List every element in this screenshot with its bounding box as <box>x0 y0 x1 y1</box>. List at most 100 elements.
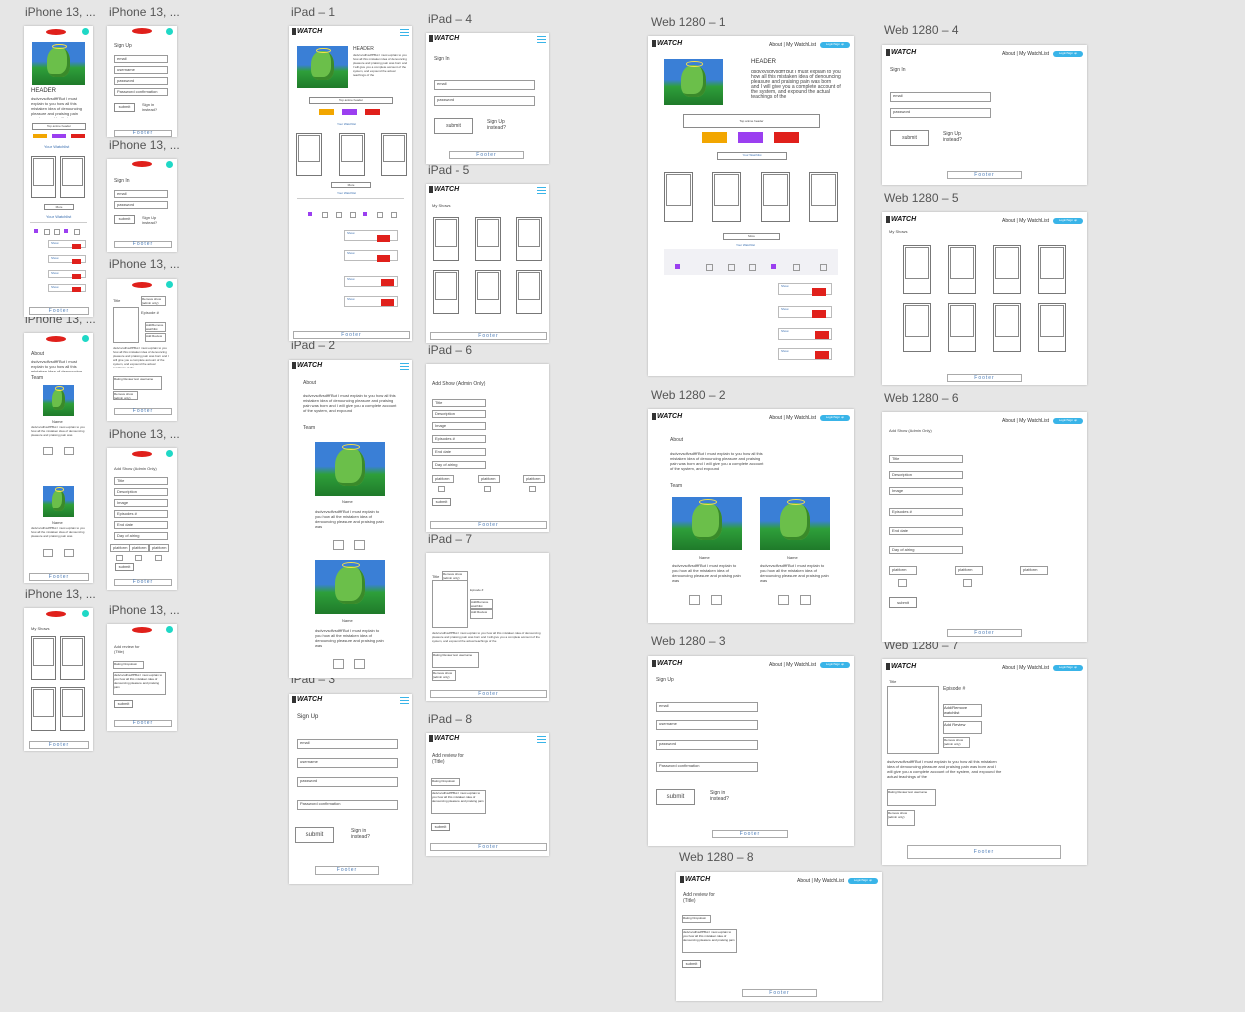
end-date-field[interactable]: End date <box>889 527 963 535</box>
show-card[interactable] <box>475 270 501 314</box>
remove-button[interactable] <box>815 331 829 339</box>
platform-checkbox[interactable] <box>116 555 123 561</box>
show-card[interactable] <box>1038 245 1066 294</box>
review-textarea[interactable]: dsdvxvsdfvsdfff'But I must explain to yo… <box>682 929 737 953</box>
submit-button[interactable]: submit <box>656 789 695 805</box>
signin-instead-link[interactable]: Sign in instead? <box>710 790 740 802</box>
hamburger-icon[interactable] <box>400 363 409 370</box>
show-card[interactable] <box>433 270 459 314</box>
show-card[interactable] <box>993 245 1021 294</box>
day-check[interactable] <box>728 264 735 271</box>
rating-dropdown[interactable]: Rating Dropdown <box>682 915 711 923</box>
social-icon[interactable] <box>800 595 811 605</box>
show-card[interactable] <box>948 245 976 294</box>
day-check[interactable] <box>675 264 680 269</box>
platform-field[interactable]: platform <box>1020 566 1048 575</box>
email-field[interactable]: email <box>114 55 168 63</box>
image-field[interactable]: Image <box>114 499 168 507</box>
more-button[interactable]: More <box>723 233 780 240</box>
title-field[interactable]: Title <box>432 399 486 407</box>
day-check[interactable] <box>391 212 397 218</box>
email-field[interactable]: email <box>890 92 991 102</box>
label-ipad-8[interactable]: iPad – 8 <box>428 712 472 726</box>
chip-purple[interactable] <box>342 109 357 115</box>
menu-dot-icon[interactable] <box>166 450 173 457</box>
episodes-field[interactable]: Episodes # <box>889 508 963 516</box>
nav-links[interactable]: About | My WatchList <box>769 662 816 668</box>
submit-button[interactable]: submit <box>431 823 450 831</box>
show-card[interactable] <box>475 217 501 261</box>
end-date-field[interactable]: End date <box>114 521 168 529</box>
logo[interactable]: WATCH <box>680 876 710 883</box>
show-card[interactable] <box>948 303 976 352</box>
label-web-5[interactable]: Web 1280 – 5 <box>884 191 959 205</box>
label-web-2[interactable]: Web 1280 – 2 <box>651 388 726 402</box>
day-airing-field[interactable]: Day of airing <box>114 532 168 540</box>
logo[interactable]: WATCH <box>292 696 322 703</box>
password-confirm-field[interactable]: Password confirmation <box>656 762 758 772</box>
day-check[interactable] <box>74 229 80 235</box>
show-card[interactable] <box>31 156 56 198</box>
login-signup-button[interactable]: Login/Sign up <box>820 415 850 421</box>
top-anime-button[interactable]: Top anime header <box>683 114 820 128</box>
submit-button[interactable]: submit <box>432 498 451 506</box>
image-field[interactable]: Image <box>432 422 486 430</box>
remove-review-button[interactable]: Remove show (admin only) <box>113 391 138 400</box>
show-card[interactable] <box>296 133 322 176</box>
show-card[interactable] <box>31 687 56 731</box>
platform-field[interactable]: platform <box>523 475 545 483</box>
menu-dot-icon[interactable] <box>82 335 89 342</box>
login-signup-button[interactable]: Login/Sign up <box>1053 418 1083 424</box>
remove-button[interactable] <box>377 255 390 262</box>
social-icon[interactable] <box>354 540 365 550</box>
password-confirm-field[interactable]: Password confirmation <box>297 800 398 810</box>
submit-button[interactable]: submit <box>890 130 929 146</box>
platform-field[interactable]: platform <box>889 566 917 575</box>
label-ipad-4[interactable]: iPad – 4 <box>428 12 472 26</box>
rating-dropdown[interactable]: Rating Dropdown <box>431 778 460 786</box>
chip-red[interactable] <box>71 134 85 138</box>
submit-button[interactable]: submit <box>434 118 473 134</box>
login-signup-button[interactable]: Login/Sign up <box>1053 51 1083 57</box>
nav-links[interactable]: About | My WatchList <box>797 878 844 884</box>
social-icon[interactable] <box>64 549 74 557</box>
label-ipad-7[interactable]: iPad – 7 <box>428 532 472 546</box>
show-card[interactable] <box>60 636 85 680</box>
label-iphone-6[interactable]: iPhone 13, ... <box>109 427 180 441</box>
signup-instead-link[interactable]: Sign Up instead? <box>943 131 973 143</box>
label-iphone-3[interactable]: iPhone 13, ... <box>109 138 180 152</box>
title-field[interactable]: Title <box>889 455 963 463</box>
menu-dot-icon[interactable] <box>82 610 89 617</box>
platform-checkbox[interactable] <box>963 579 972 587</box>
chip-orange[interactable] <box>702 132 727 143</box>
image-field[interactable]: Image <box>889 487 963 495</box>
label-web-6[interactable]: Web 1280 – 6 <box>884 391 959 405</box>
top-anime-button[interactable]: Top anime header <box>309 97 393 104</box>
platform-field[interactable]: platform <box>955 566 983 575</box>
chip-orange[interactable] <box>319 109 334 115</box>
title-field[interactable]: Title <box>114 477 168 485</box>
day-check[interactable] <box>54 229 60 235</box>
chip-orange[interactable] <box>33 134 47 138</box>
label-ipad-6[interactable]: iPad – 6 <box>428 343 472 357</box>
rating-dropdown[interactable]: Rating Dropdown <box>113 661 144 669</box>
logo[interactable]: WATCH <box>886 216 916 223</box>
end-date-field[interactable]: End date <box>432 448 486 456</box>
show-card[interactable] <box>1038 303 1066 352</box>
hamburger-icon[interactable] <box>400 697 409 704</box>
add-review-button[interactable]: Add Review <box>943 721 982 734</box>
platform-field[interactable]: platform <box>478 475 500 483</box>
remove-review-button[interactable]: Remove show (admin only) <box>887 810 915 826</box>
platform-checkbox[interactable] <box>135 555 142 561</box>
signin-instead-link[interactable]: Sign in instead? <box>351 828 381 840</box>
remove-button[interactable] <box>381 279 394 286</box>
chip-purple[interactable] <box>738 132 763 143</box>
platform-checkbox[interactable] <box>529 486 536 492</box>
remove-button[interactable] <box>815 351 829 359</box>
episodes-field[interactable]: Episodes # <box>114 510 168 518</box>
day-check[interactable] <box>336 212 342 218</box>
day-check[interactable] <box>706 264 713 271</box>
chip-purple[interactable] <box>52 134 66 138</box>
platform-field[interactable]: platform <box>129 544 149 552</box>
submit-button[interactable]: submit <box>682 960 701 968</box>
